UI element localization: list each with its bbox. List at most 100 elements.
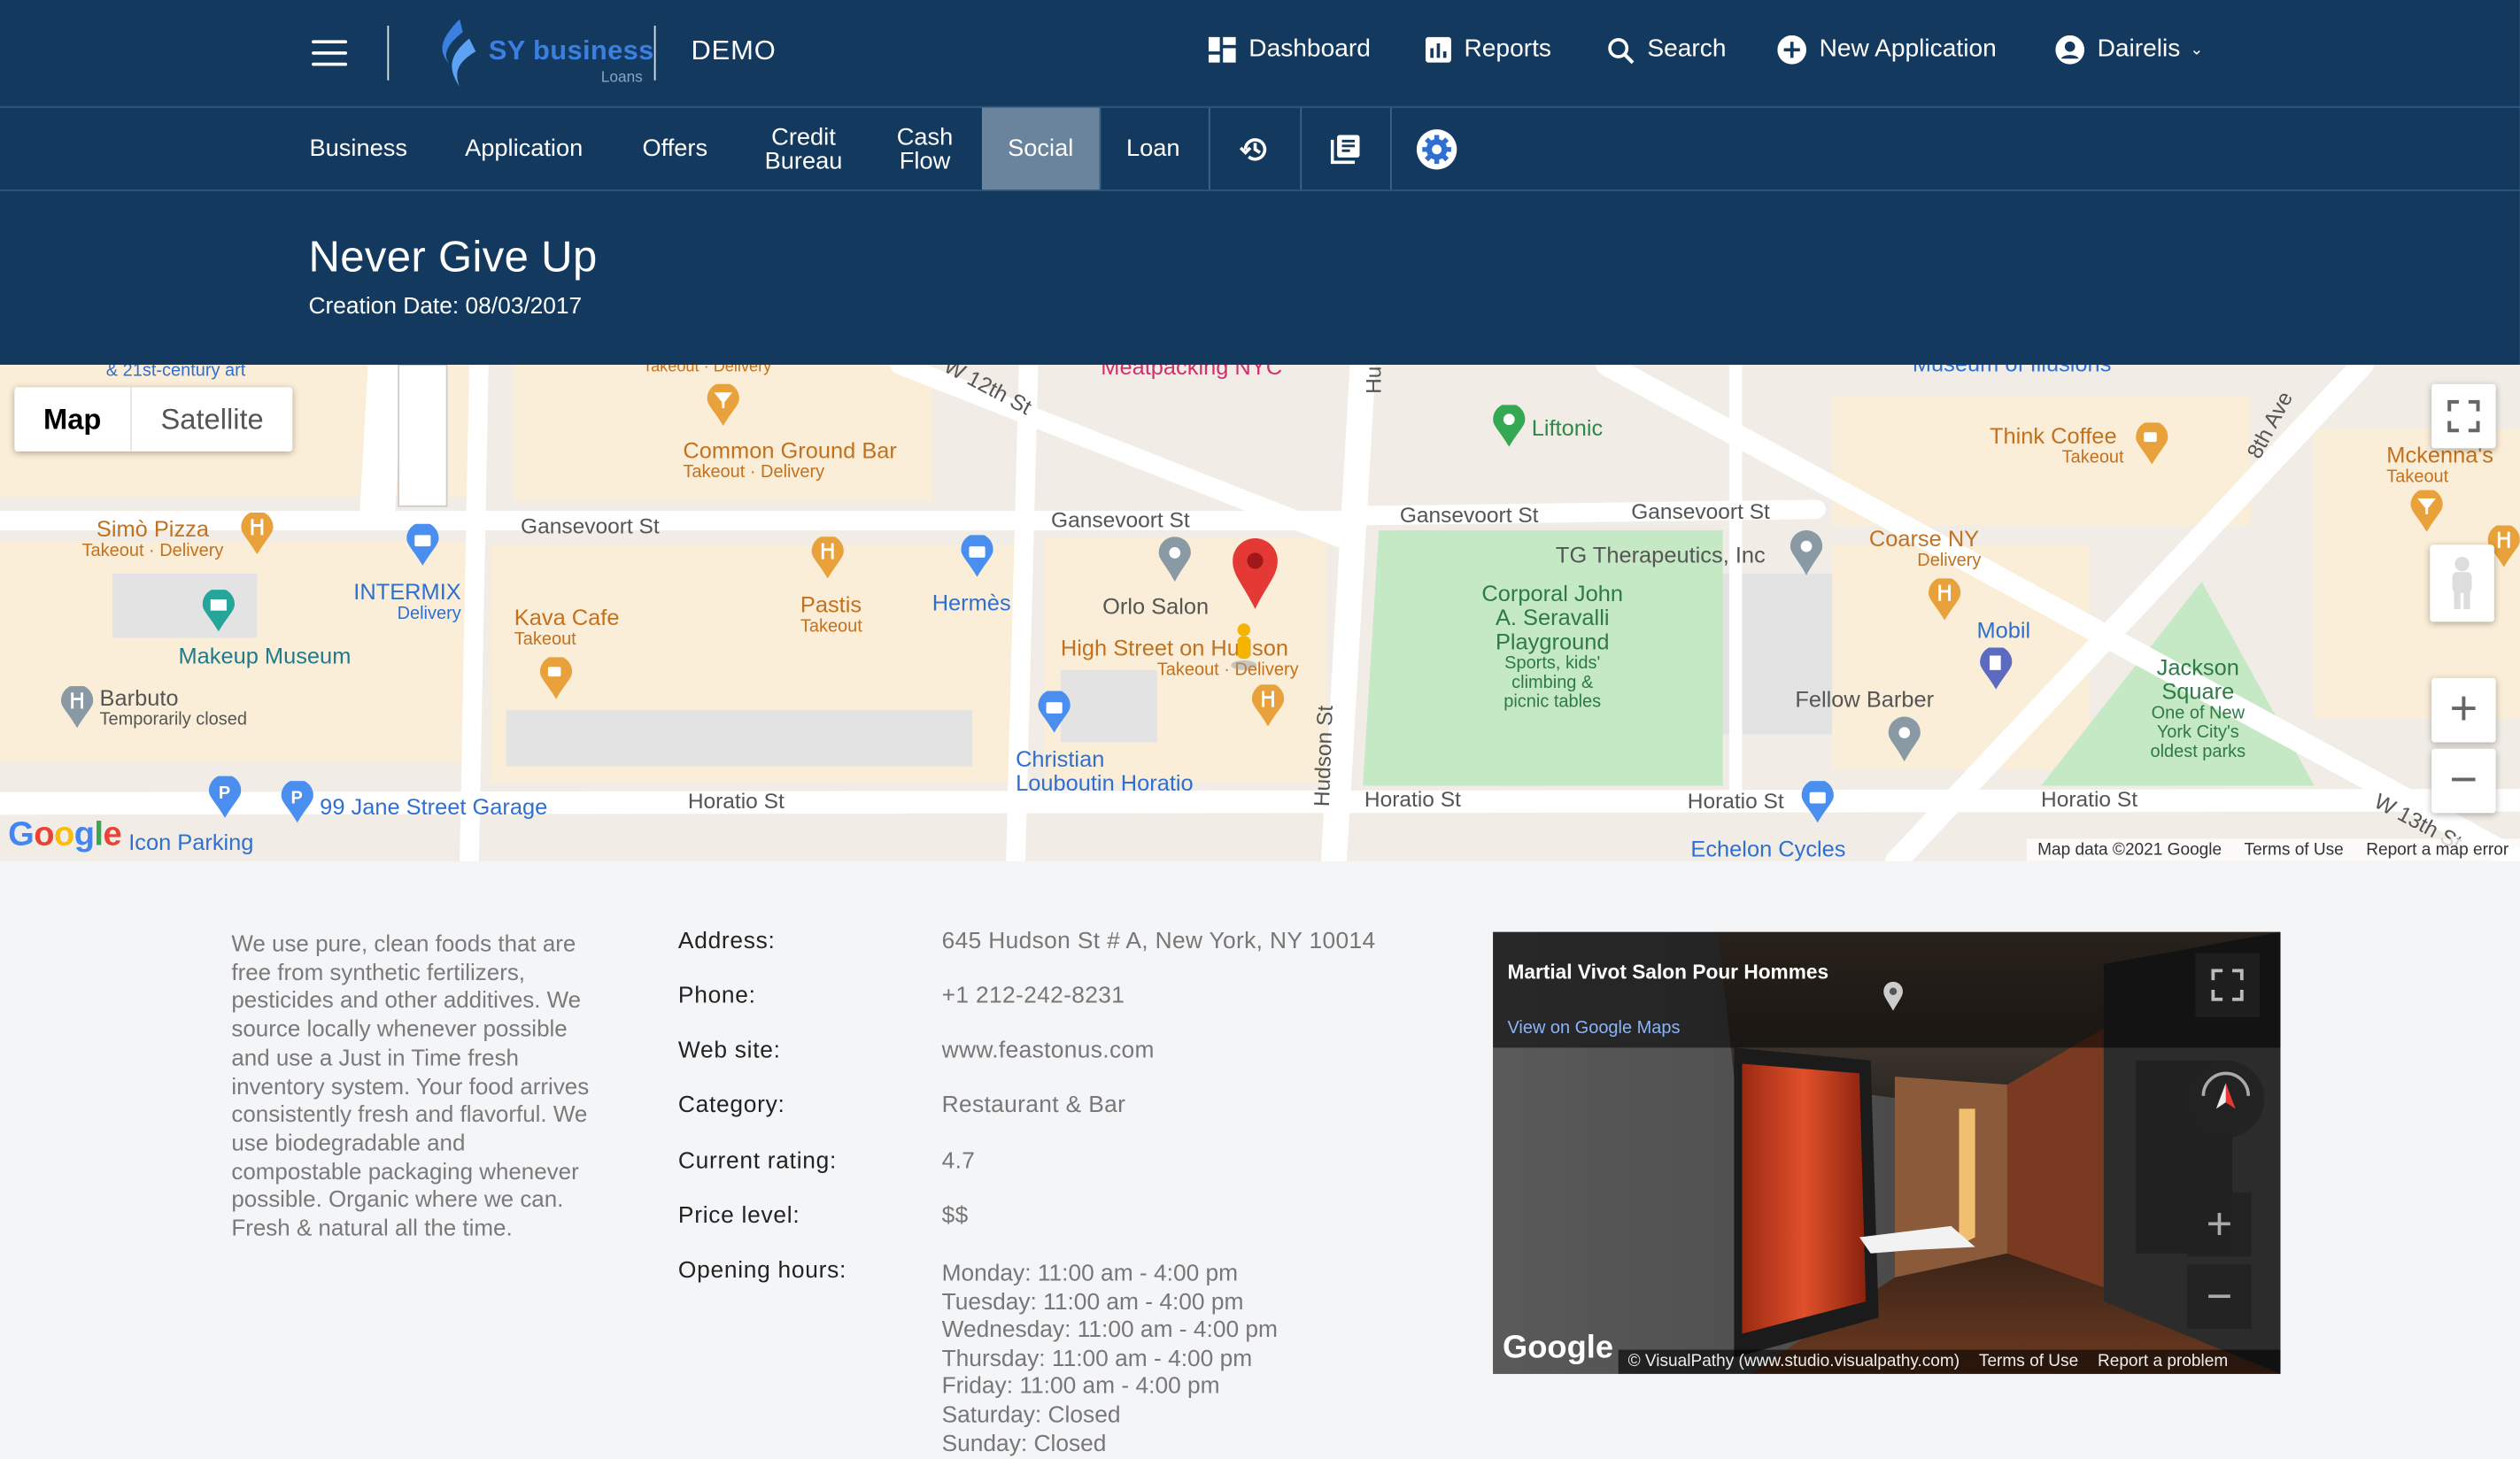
street-view-terms-link[interactable]: Terms of Use	[1969, 1350, 2088, 1374]
map-label[interactable]: Museum of Illusions	[1913, 365, 2112, 376]
map-type-map-button[interactable]: Map	[14, 387, 130, 452]
map-report-error-link[interactable]: Report a map error	[2355, 838, 2520, 861]
tab-application[interactable]: Application	[437, 108, 611, 190]
poi-mobil[interactable]: Mobil	[1976, 618, 2030, 643]
museum-pin-icon[interactable]	[202, 590, 235, 632]
map-street-label: Gansevoort St	[1399, 503, 1539, 528]
poi-mckenna[interactable]: Mckenna's Takeout	[2386, 443, 2493, 487]
street-view-fullscreen-button[interactable]	[2195, 953, 2260, 1017]
map-terms-link[interactable]: Terms of Use	[2233, 838, 2355, 861]
map-label: & 21st-century art	[105, 365, 246, 382]
tab-business[interactable]: Business	[282, 108, 434, 190]
place-pin-icon[interactable]	[1493, 405, 1526, 447]
poi-barbuto[interactable]: Barbuto Temporarily closed	[100, 685, 247, 730]
nav-reports-label: Reports	[1464, 35, 1551, 63]
pegman-icon[interactable]	[1231, 621, 1257, 670]
poi-tg-therapeutics[interactable]: TG Therapeutics, Inc	[1556, 543, 1766, 567]
restaurant-pin-icon[interactable]	[241, 512, 274, 555]
shopping-pin-icon[interactable]	[961, 535, 993, 577]
poi-echelon-cycles[interactable]: Echelon Cycles	[1690, 837, 1845, 861]
tab-application-label: Application	[465, 135, 584, 163]
bicycle-shop-pin-icon[interactable]	[1801, 781, 1834, 823]
poi-fellow-barber[interactable]: Fellow Barber	[1795, 687, 1934, 712]
poi-pastis[interactable]: Pastis Takeout	[800, 592, 862, 637]
poi-think-coffee[interactable]: Think Coffee Takeout	[1990, 423, 2124, 467]
place-pin-icon[interactable]	[1888, 716, 1921, 762]
zoom-out-button[interactable]: −	[2431, 748, 2496, 814]
tab-offers[interactable]: Offers	[615, 108, 734, 190]
restaurant-pin-icon[interactable]	[811, 537, 844, 579]
zoom-in-button[interactable]: +	[2431, 677, 2496, 743]
view-on-google-maps-link[interactable]: View on Google Maps	[1507, 1019, 1680, 1038]
street-view-zoom-out-button[interactable]: −	[2187, 1264, 2252, 1330]
street-view-report-link[interactable]: Report a problem	[2088, 1350, 2238, 1374]
shopping-pin-icon[interactable]	[406, 523, 439, 566]
menu-icon[interactable]	[312, 40, 348, 69]
restaurant-pin-icon[interactable]	[60, 686, 94, 729]
compass-button[interactable]	[2187, 1060, 2265, 1139]
shopping-pin-icon[interactable]	[1038, 691, 1071, 733]
documents-icon	[1329, 134, 1359, 164]
poi-common-ground[interactable]: Common Ground Bar Takeout · Delivery	[683, 438, 897, 482]
poi-coarse-ny[interactable]: Coarse NY Delivery	[1869, 526, 1982, 570]
poi-high-street[interactable]: High Street on Hudson Takeout · Delivery	[1061, 636, 1299, 680]
street-view-pegman-button[interactable]	[2430, 544, 2494, 622]
fullscreen-icon	[2211, 969, 2244, 1001]
poi-jane-street-garage[interactable]: 99 Jane Street Garage	[320, 795, 547, 819]
tab-documents[interactable]	[1302, 108, 1390, 190]
map-street-label: Horatio St	[1687, 789, 1784, 814]
info-label: Current rating:	[677, 1148, 838, 1175]
poi-simo-pizza[interactable]: Simò Pizza Takeout · Delivery	[82, 517, 224, 561]
tab-loan[interactable]: Loan	[1101, 108, 1205, 190]
tab-social-label: Social	[1008, 135, 1074, 163]
selected-location-marker-icon[interactable]	[1233, 538, 1278, 609]
tab-social[interactable]: Social	[981, 107, 1100, 190]
cafe-pin-icon[interactable]	[2136, 422, 2168, 465]
tab-settings[interactable]	[1392, 108, 1482, 190]
google-logo[interactable]: Google	[1503, 1331, 1613, 1368]
poi-liftonic[interactable]: Liftonic	[1532, 415, 1604, 440]
map-street-label: Horatio St	[687, 789, 785, 814]
nav-new-application[interactable]: New Application	[1777, 35, 1997, 65]
poi-intermix[interactable]: INTERMIX Delivery	[353, 579, 460, 623]
map-view[interactable]: & 21st-century art Meatpacking NYC W 12t…	[0, 365, 2520, 861]
search-icon	[1608, 37, 1635, 64]
poi-icon-parking[interactable]: Icon Parking	[128, 830, 253, 854]
parking-pin-icon[interactable]: P	[281, 781, 313, 823]
street-view-panorama[interactable]: Martial Vivot Salon Pour Hommes View on …	[1493, 931, 2281, 1374]
google-logo[interactable]: Google	[8, 816, 122, 855]
parking-pin-icon[interactable]: P	[208, 776, 242, 818]
cafe-pin-icon[interactable]	[539, 657, 573, 699]
restaurant-pin-icon[interactable]	[1251, 684, 1285, 727]
map-type-satellite-button[interactable]: Satellite	[130, 387, 292, 452]
user-avatar-icon	[2055, 35, 2085, 65]
street-view-zoom-in-button[interactable]: +	[2187, 1192, 2252, 1257]
bar-pin-icon[interactable]	[2410, 490, 2443, 532]
bar-pin-icon[interactable]	[707, 383, 739, 426]
poi-playground[interactable]: Corporal John A. Seravalli Playground Spor…	[1481, 581, 1623, 712]
restaurant-pin-icon[interactable]	[1929, 578, 1961, 621]
nav-dashboard[interactable]: Dashboard	[1208, 35, 1371, 65]
tab-credit-bureau[interactable]: Credit Bureau	[743, 108, 865, 190]
poi-kava-cafe[interactable]: Kava Cafe Takeout	[514, 605, 620, 649]
tab-offers-label: Offers	[642, 135, 708, 163]
user-menu[interactable]: Dairelis ⌄	[2055, 35, 2204, 65]
poi-hermes[interactable]: Hermès	[932, 591, 1011, 615]
poi-jackson-square[interactable]: Jackson Square One of New York City's oldes…	[2150, 655, 2246, 762]
nav-reports[interactable]: Reports	[1425, 35, 1551, 65]
poi-orlo-salon[interactable]: Orlo Salon	[1102, 594, 1209, 619]
svg-text:P: P	[291, 789, 303, 808]
nav-search[interactable]: Search	[1607, 35, 1727, 65]
tab-history[interactable]	[1210, 108, 1301, 190]
map-street-label: Hu	[1361, 366, 1386, 394]
poi-makeup-museum[interactable]: Makeup Museum	[178, 644, 351, 668]
gas-station-pin-icon[interactable]	[1980, 647, 2013, 690]
place-pin-icon[interactable]	[1158, 537, 1191, 583]
info-value: +1 212-242-8231	[941, 983, 1125, 1009]
map-label[interactable]: Meatpacking NYC	[1101, 365, 1282, 379]
info-value: Restaurant & Bar	[941, 1092, 1126, 1119]
poi-christian-louboutin[interactable]: Christian Louboutin Horatio	[1016, 746, 1194, 795]
place-pin-icon[interactable]	[1790, 529, 1823, 575]
fullscreen-button[interactable]	[2431, 383, 2496, 449]
tab-cash-flow[interactable]: Cash Flow	[870, 108, 980, 190]
